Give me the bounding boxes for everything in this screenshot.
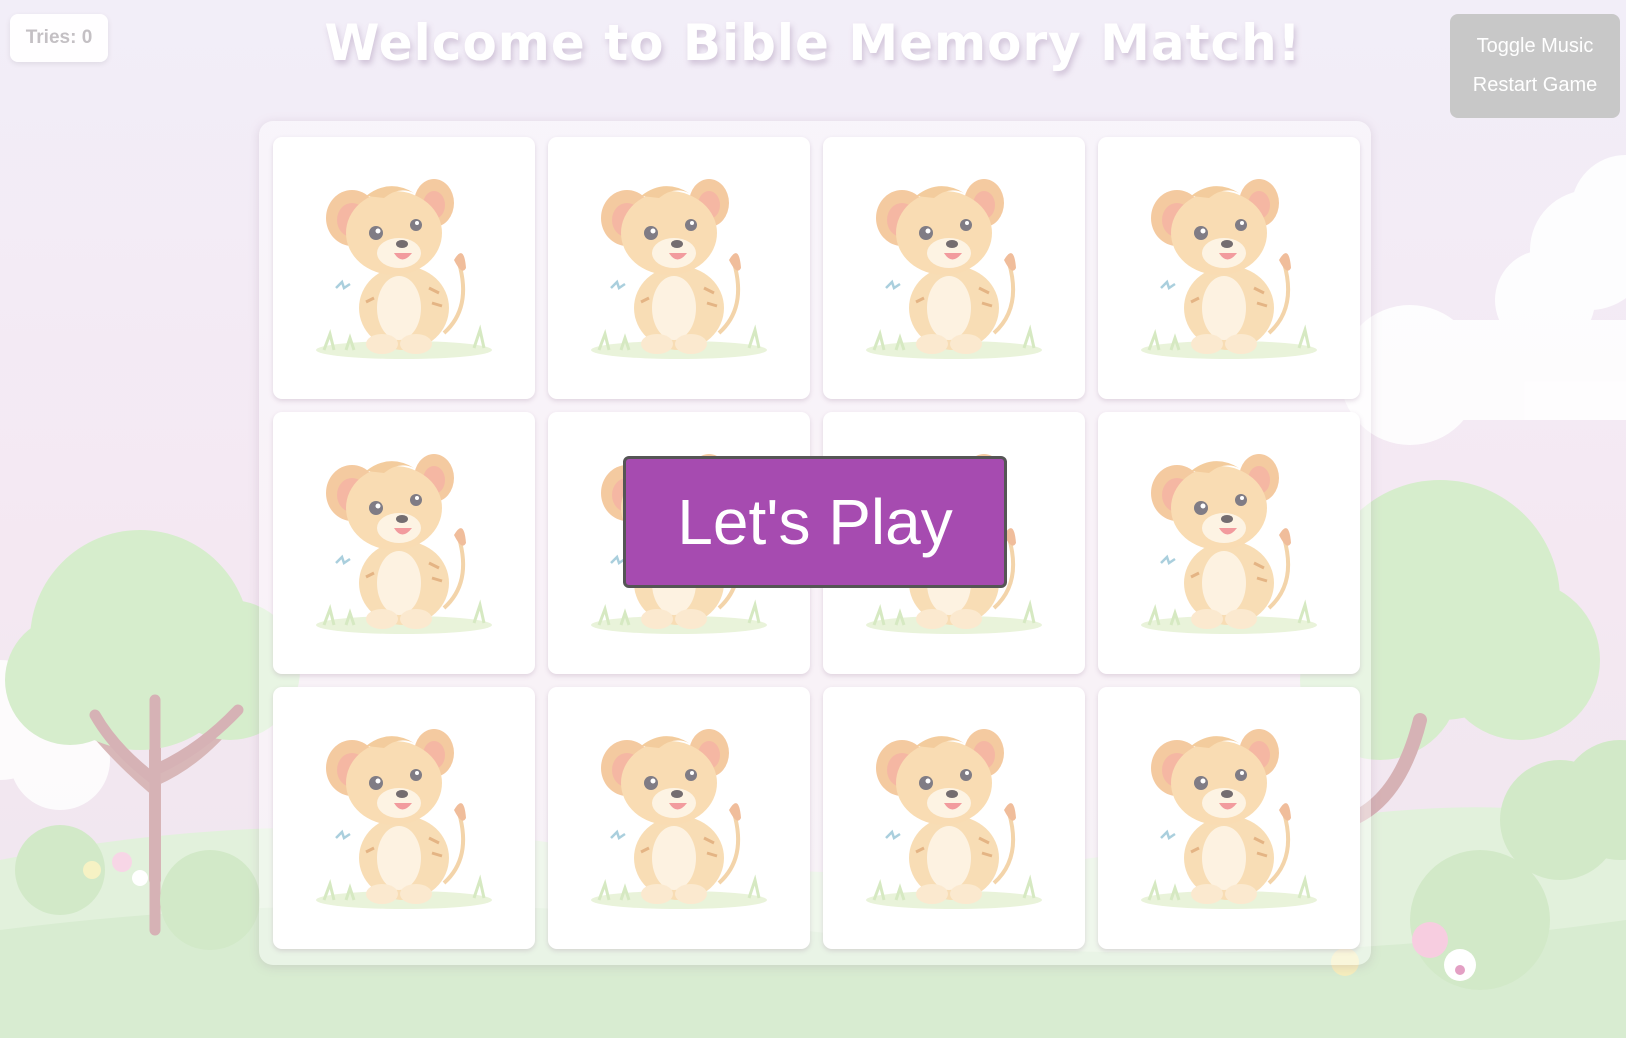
lion-cub-icon bbox=[1141, 729, 1317, 909]
lion-cub-icon bbox=[316, 729, 492, 909]
memory-card[interactable] bbox=[823, 137, 1085, 399]
memory-card[interactable] bbox=[1098, 687, 1360, 949]
memory-card[interactable] bbox=[273, 687, 535, 949]
lion-cub-icon bbox=[591, 729, 767, 909]
lion-cub-icon bbox=[316, 179, 492, 359]
lion-cub-icon bbox=[591, 179, 767, 359]
lion-cub-icon bbox=[1141, 179, 1317, 359]
game-controls: Toggle Music Restart Game bbox=[1450, 14, 1620, 118]
memory-card[interactable] bbox=[273, 137, 535, 399]
memory-card[interactable] bbox=[1098, 412, 1360, 674]
toggle-music-button[interactable]: Toggle Music bbox=[1477, 29, 1594, 64]
page-title: Welcome to Bible Memory Match! bbox=[324, 14, 1302, 72]
lion-cub-icon bbox=[866, 729, 1042, 909]
lion-cub-icon bbox=[866, 179, 1042, 359]
memory-card[interactable] bbox=[548, 137, 810, 399]
memory-card[interactable] bbox=[1098, 137, 1360, 399]
restart-game-button[interactable]: Restart Game bbox=[1473, 68, 1597, 103]
memory-card[interactable] bbox=[273, 412, 535, 674]
memory-card[interactable] bbox=[823, 687, 1085, 949]
lion-cub-icon bbox=[316, 454, 492, 634]
lion-cub-icon bbox=[1141, 454, 1317, 634]
lets-play-button[interactable]: Let's Play bbox=[623, 456, 1007, 588]
memory-card[interactable] bbox=[548, 687, 810, 949]
